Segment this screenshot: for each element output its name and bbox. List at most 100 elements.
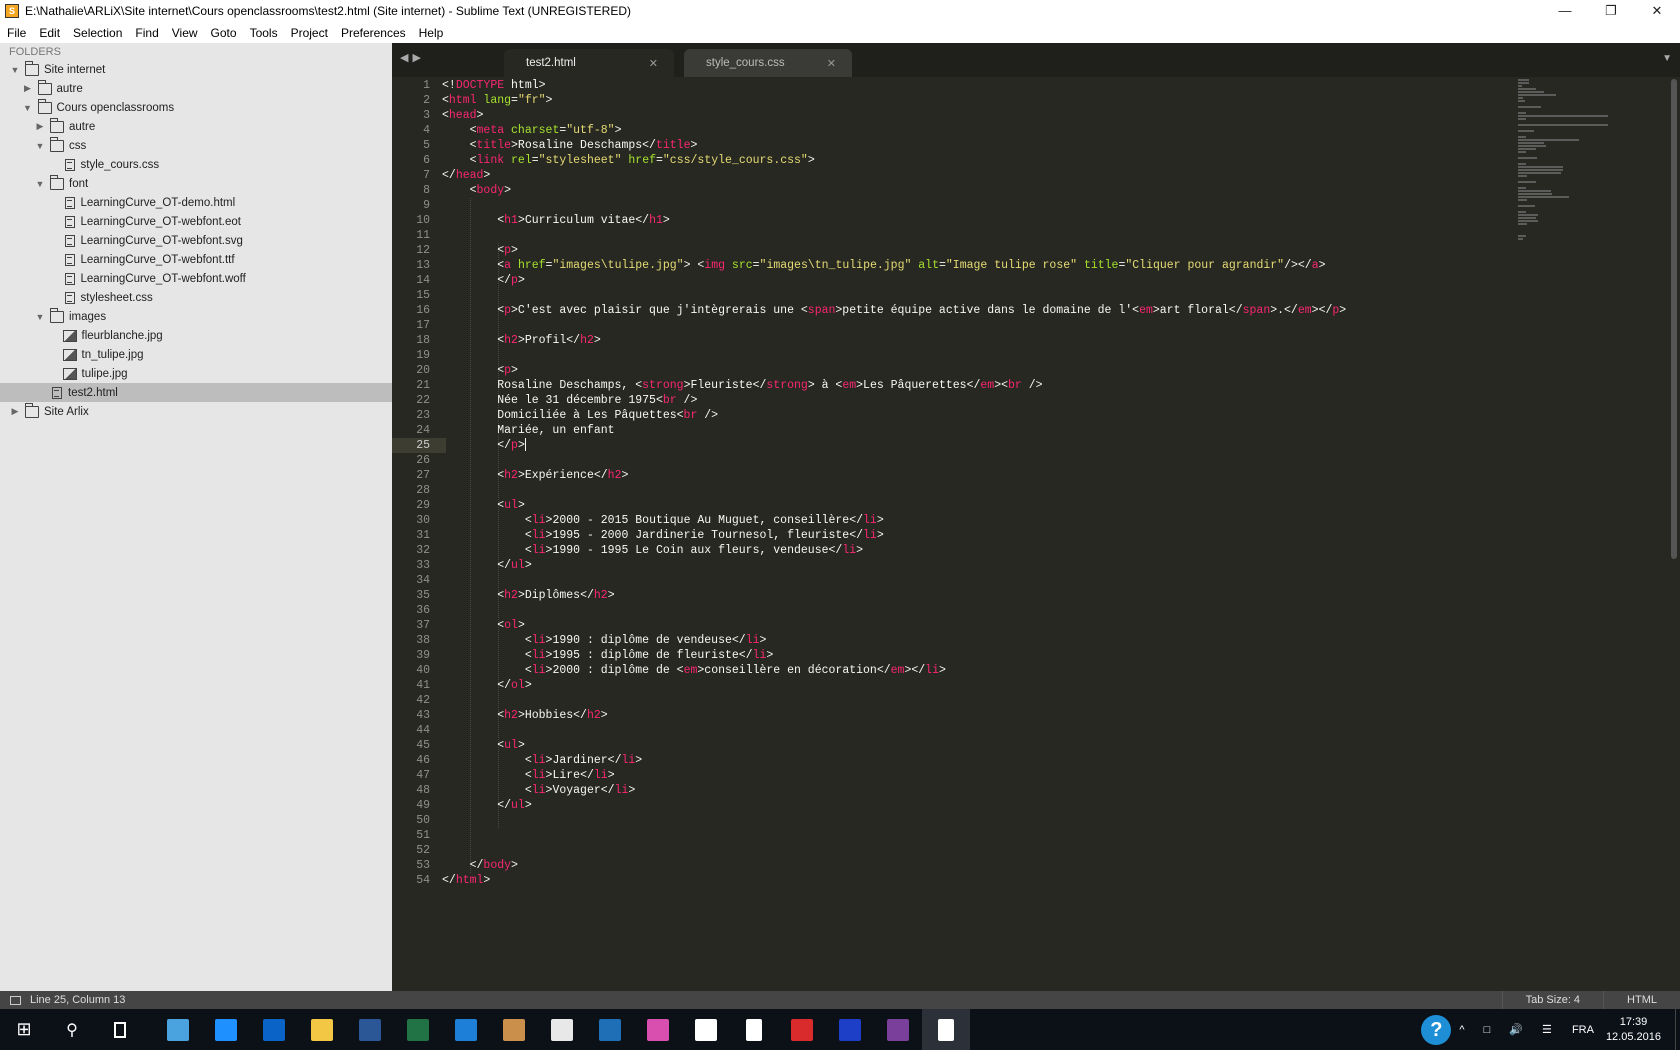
code-line[interactable]: </p>: [442, 438, 1346, 453]
taskbar-file-explorer[interactable]: [298, 1009, 346, 1050]
close-tab-icon[interactable]: ✕: [649, 57, 658, 70]
search-button[interactable]: ⚲: [48, 1009, 96, 1050]
code-line[interactable]: </ol>: [442, 678, 1346, 693]
sidebar-item[interactable]: LearningCurve_OT-webfont.svg: [0, 231, 392, 250]
code-line[interactable]: Née le 31 décembre 1975<br />: [442, 393, 1346, 408]
taskbar-store[interactable]: [682, 1009, 730, 1050]
code-line[interactable]: <li>2000 - 2015 Boutique Au Muguet, cons…: [442, 513, 1346, 528]
code-line[interactable]: <ul>: [442, 498, 1346, 513]
taskbar-flag-app[interactable]: [826, 1009, 874, 1050]
taskbar-internet-explorer[interactable]: [202, 1009, 250, 1050]
code-line[interactable]: <h2>Hobbies</h2>: [442, 708, 1346, 723]
code-line[interactable]: [442, 453, 1346, 468]
close-tab-icon[interactable]: ✕: [827, 57, 836, 70]
code-line[interactable]: <li>Jardiner</li>: [442, 753, 1346, 768]
code-line[interactable]: </head>: [442, 168, 1346, 183]
code-line[interactable]: Domiciliée à Les Pâquettes<br />: [442, 408, 1346, 423]
code-line[interactable]: <ul>: [442, 738, 1346, 753]
code-line[interactable]: [442, 723, 1346, 738]
code-line[interactable]: <ol>: [442, 618, 1346, 633]
code-line[interactable]: <h2>Profil</h2>: [442, 333, 1346, 348]
tab-size-selector[interactable]: Tab Size: 4: [1501, 991, 1603, 1009]
code-line[interactable]: <li>Lire</li>: [442, 768, 1346, 783]
code-line[interactable]: [442, 603, 1346, 618]
menu-view[interactable]: View: [172, 26, 198, 40]
sidebar-item[interactable]: style_cours.css: [0, 155, 392, 174]
code-line[interactable]: Rosaline Deschamps, <strong>Fleuriste</s…: [442, 378, 1346, 393]
menu-find[interactable]: Find: [135, 26, 158, 40]
taskbar-notepad[interactable]: [730, 1009, 778, 1050]
taskbar-outlook[interactable]: [250, 1009, 298, 1050]
code-line[interactable]: <p>: [442, 363, 1346, 378]
code-line[interactable]: [442, 828, 1346, 843]
menu-selection[interactable]: Selection: [73, 26, 122, 40]
taskbar-remote-desktop[interactable]: [586, 1009, 634, 1050]
code-line[interactable]: <li>1995 : diplôme de fleuriste</li>: [442, 648, 1346, 663]
sidebar-item[interactable]: ▼ images: [0, 307, 392, 326]
code-line[interactable]: <li>2000 : diplôme de <em>conseillère en…: [442, 663, 1346, 678]
taskbar-calculator[interactable]: [538, 1009, 586, 1050]
taskbar-sublime-text[interactable]: [922, 1009, 970, 1050]
taskbar-word[interactable]: [346, 1009, 394, 1050]
code-line[interactable]: [442, 348, 1346, 363]
tab-menu-icon[interactable]: ▼: [1662, 53, 1672, 64]
code-line[interactable]: <p>: [442, 243, 1346, 258]
taskbar-winrar[interactable]: [874, 1009, 922, 1050]
code-line[interactable]: </ul>: [442, 798, 1346, 813]
sidebar-item[interactable]: LearningCurve_OT-webfont.ttf: [0, 250, 392, 269]
taskbar-excel[interactable]: [394, 1009, 442, 1050]
taskbar-edge[interactable]: [442, 1009, 490, 1050]
code-line[interactable]: <body>: [442, 183, 1346, 198]
sidebar-item[interactable]: ▶ Site Arlix: [0, 402, 392, 421]
sidebar-item[interactable]: ▶ autre: [0, 117, 392, 136]
taskbar-mp3-app[interactable]: [778, 1009, 826, 1050]
close-button[interactable]: ✕: [1634, 0, 1680, 22]
menu-preferences[interactable]: Preferences: [341, 26, 406, 40]
sidebar-item[interactable]: LearningCurve_OT-demo.html: [0, 193, 392, 212]
code-line[interactable]: [442, 843, 1346, 858]
expanded-arrow-icon[interactable]: ▼: [34, 179, 46, 189]
panel-toggle-icon[interactable]: [10, 995, 21, 1005]
menu-tools[interactable]: Tools: [250, 26, 278, 40]
taskbar-colorful-app[interactable]: [634, 1009, 682, 1050]
clock[interactable]: 17:39 12.05.2016: [1606, 1015, 1661, 1045]
code-line[interactable]: <link rel="stylesheet" href="css/style_c…: [442, 153, 1346, 168]
expanded-arrow-icon[interactable]: ▼: [22, 103, 34, 113]
tab-style-cours-css[interactable]: style_cours.css ✕: [684, 49, 852, 77]
code-line[interactable]: <meta charset="utf-8">: [442, 123, 1346, 138]
sidebar-item[interactable]: ▼ font: [0, 174, 392, 193]
code-line[interactable]: <li>1995 - 2000 Jardinerie Tournesol, fl…: [442, 528, 1346, 543]
code-line[interactable]: [442, 573, 1346, 588]
minimize-button[interactable]: —: [1542, 0, 1588, 22]
menu-goto[interactable]: Goto: [211, 26, 237, 40]
expanded-arrow-icon[interactable]: ▼: [34, 141, 46, 151]
start-button[interactable]: ⊞: [0, 1009, 48, 1050]
sidebar-item[interactable]: tn_tulipe.jpg: [0, 345, 392, 364]
code-line[interactable]: [442, 813, 1346, 828]
sidebar-item[interactable]: LearningCurve_OT-webfont.woff: [0, 269, 392, 288]
maximize-button[interactable]: ❐: [1588, 0, 1634, 22]
expanded-arrow-icon[interactable]: ▼: [34, 312, 46, 322]
code-line[interactable]: <h2>Expérience</h2>: [442, 468, 1346, 483]
code-line[interactable]: </body>: [442, 858, 1346, 873]
tab-nav-arrows[interactable]: ◀▶: [400, 51, 425, 64]
menu-edit[interactable]: Edit: [39, 26, 60, 40]
code-line[interactable]: </p>: [442, 273, 1346, 288]
collapsed-arrow-icon[interactable]: ▶: [34, 121, 46, 132]
sidebar-item[interactable]: LearningCurve_OT-webfont.eot: [0, 212, 392, 231]
sidebar-item[interactable]: tulipe.jpg: [0, 364, 392, 383]
menu-project[interactable]: Project: [291, 26, 328, 40]
code-line[interactable]: [442, 228, 1346, 243]
code-line[interactable]: <!DOCTYPE html>: [442, 78, 1346, 93]
code-line[interactable]: Mariée, un enfant: [442, 423, 1346, 438]
sidebar-item[interactable]: test2.html: [0, 383, 392, 402]
taskbar-control-panel[interactable]: [154, 1009, 202, 1050]
sidebar-item[interactable]: ▼ Site internet: [0, 60, 392, 79]
code-line[interactable]: <a href="images\tulipe.jpg"> <img src="i…: [442, 258, 1346, 273]
code-line[interactable]: [442, 318, 1346, 333]
code-line[interactable]: </ul>: [442, 558, 1346, 573]
language-indicator[interactable]: FRA: [1572, 1024, 1594, 1036]
taskbar-paint[interactable]: [490, 1009, 538, 1050]
menu-help[interactable]: Help: [419, 26, 444, 40]
code-editor[interactable]: 1 2 3 4 5 6 7 8 9 10 11 12 13 14 15 16 17 18 19 20 21 22 23 24 2…: [392, 77, 1680, 991]
